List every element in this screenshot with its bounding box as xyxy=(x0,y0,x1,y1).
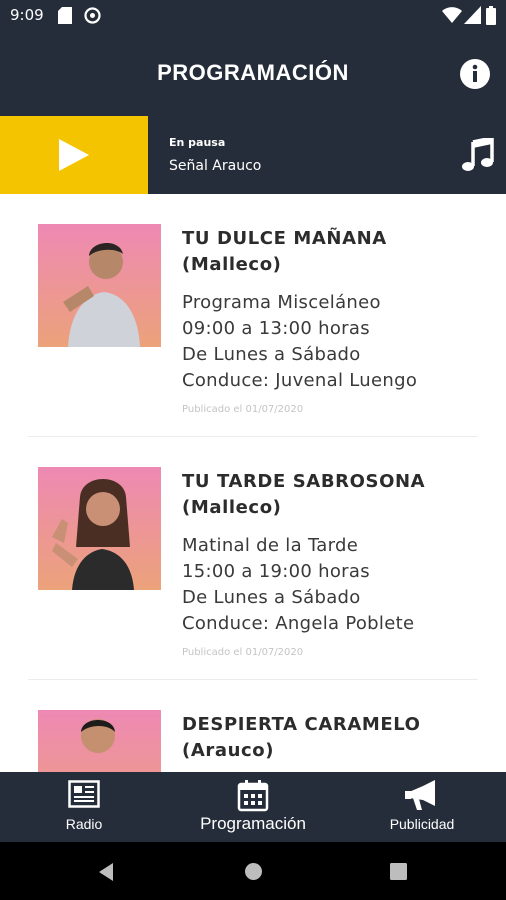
program-thumbnail xyxy=(38,467,161,590)
info-icon[interactable] xyxy=(459,58,491,90)
bottom-nav: Radio Programación Publicidad xyxy=(0,772,506,842)
battery-icon xyxy=(486,6,496,25)
program-list: TU DULCE MAÑANA (Malleco) Programa Misce… xyxy=(0,194,506,772)
status-time: 9:09 xyxy=(10,6,44,24)
program-title: TU TARDE SABROSONA (Malleco) xyxy=(182,471,426,518)
play-icon xyxy=(59,139,89,171)
program-card[interactable]: TU DULCE MAÑANA (Malleco) Programa Misce… xyxy=(0,194,506,437)
megaphone-icon xyxy=(405,780,435,810)
nav-item-radio[interactable]: Radio xyxy=(34,772,134,842)
nav-label-radio: Radio xyxy=(65,816,103,832)
nav-item-publicidad[interactable]: Publicidad xyxy=(372,772,472,842)
back-icon[interactable] xyxy=(97,862,115,882)
program-description: Programa Misceláneo 09:00 a 13:00 horas … xyxy=(182,292,418,391)
player-bar: En pausa Señal Arauco xyxy=(0,116,506,194)
system-nav-bar xyxy=(0,842,506,900)
program-thumbnail xyxy=(38,224,161,347)
published-date: Publicado el 01/07/2020 xyxy=(182,647,304,658)
app-bar: PROGRAMACIÓN xyxy=(0,32,506,116)
program-title: DESPIERTA CARAMELO (Arauco) xyxy=(182,714,421,761)
station-name: Señal Arauco xyxy=(169,158,262,174)
program-thumbnail xyxy=(38,710,161,772)
play-button[interactable] xyxy=(0,116,148,194)
sd-card-icon xyxy=(58,7,72,24)
status-bar: 9:09 xyxy=(0,0,506,32)
program-card[interactable]: DESPIERTA CARAMELO (Arauco) xyxy=(0,680,506,772)
recents-icon[interactable] xyxy=(390,863,407,880)
newspaper-icon xyxy=(68,780,100,808)
music-note-icon[interactable] xyxy=(462,138,494,172)
nav-item-programacion[interactable]: Programación xyxy=(188,772,318,842)
page-title: PROGRAMACIÓN xyxy=(157,60,349,85)
nav-label-publicidad: Publicidad xyxy=(389,816,455,832)
calendar-icon xyxy=(237,780,269,812)
wifi-icon xyxy=(442,7,462,23)
home-icon[interactable] xyxy=(244,862,263,881)
nav-label-programacion: Programación xyxy=(200,814,306,833)
program-card[interactable]: TU TARDE SABROSONA (Malleco) Matinal de … xyxy=(0,437,506,680)
program-description: Matinal de la Tarde 15:00 a 19:00 horas … xyxy=(182,535,415,634)
published-date: Publicado el 01/07/2020 xyxy=(182,404,304,415)
data-saver-icon xyxy=(84,7,101,24)
player-status: En pausa xyxy=(169,136,226,149)
program-title: TU DULCE MAÑANA (Malleco) xyxy=(182,228,387,275)
signal-icon xyxy=(464,6,481,24)
